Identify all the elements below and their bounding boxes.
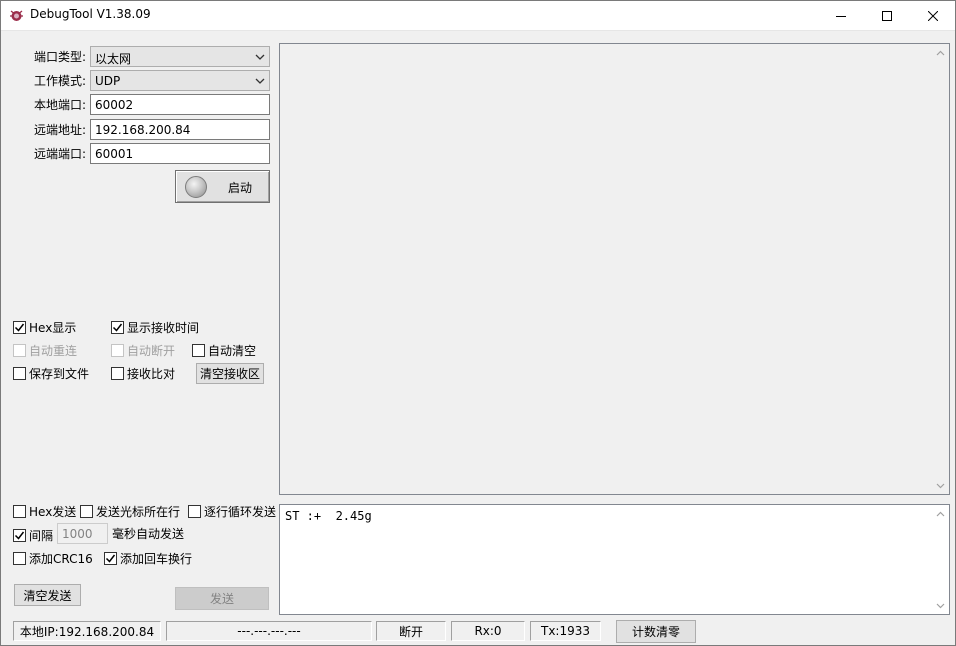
remote-addr-value: 192.168.200.84 (95, 123, 191, 137)
send-button[interactable]: 发送 (175, 587, 269, 610)
scroll-down-icon[interactable] (932, 597, 949, 614)
hex-display-label: Hex显示 (29, 321, 77, 335)
remote-addr-label: 远端地址: (34, 123, 87, 137)
tx-counter: Tx:1933 (530, 621, 601, 641)
receive-area[interactable] (279, 43, 950, 495)
remote-status: ---.---.---.--- (166, 621, 372, 641)
local-ip-status: 本地IP:192.168.200.84 (13, 621, 161, 641)
clear-recv-button[interactable]: 清空接收区 (196, 363, 264, 384)
interval-unit-label: 毫秒自动发送 (112, 527, 185, 541)
interval-label: 间隔 (29, 529, 54, 543)
send-text[interactable]: ST :+ 2.45g (285, 509, 372, 523)
auto-disconnect-label: 自动断开 (127, 344, 176, 358)
start-button-label: 启动 (228, 181, 253, 195)
rx-counter: Rx:0 (451, 621, 525, 641)
remote-port-label: 远端端口: (34, 147, 87, 161)
checkbox-checked-icon (13, 529, 26, 542)
scroll-down-icon[interactable] (932, 477, 949, 494)
save-to-file-checkbox[interactable]: 保存到文件 (13, 365, 89, 382)
auto-disconnect-checkbox[interactable]: 自动断开 (111, 342, 175, 359)
chevron-down-icon (255, 54, 265, 60)
work-mode-value: UDP (95, 74, 121, 88)
port-type-select[interactable]: 以太网 (90, 46, 270, 67)
hex-send-label: Hex发送 (29, 505, 77, 519)
add-crlf-checkbox[interactable]: 添加回车换行 (104, 550, 192, 567)
recv-compare-checkbox[interactable]: 接收比对 (111, 365, 175, 382)
remote-addr-input[interactable]: 192.168.200.84 (90, 119, 270, 140)
add-crc16-checkbox[interactable]: 添加CRC16 (13, 550, 93, 567)
show-recv-time-checkbox[interactable]: 显示接收时间 (111, 319, 199, 336)
connection-status: 断开 (376, 621, 446, 641)
start-button[interactable]: 启动 (175, 170, 270, 203)
scroll-up-icon[interactable] (932, 44, 949, 61)
hex-send-checkbox[interactable]: Hex发送 (13, 503, 76, 520)
maximize-button[interactable] (864, 0, 910, 31)
port-type-label: 端口类型: (34, 50, 87, 64)
bug-icon (10, 10, 23, 21)
close-button[interactable] (910, 0, 956, 31)
remote-port-input[interactable]: 60001 (90, 143, 270, 164)
checkbox-checked-icon (104, 552, 117, 565)
auto-clear-checkbox[interactable]: 自动清空 (192, 342, 256, 359)
auto-reconnect-label: 自动重连 (29, 344, 78, 358)
local-port-label: 本地端口: (34, 98, 87, 112)
send-scrollbar[interactable] (932, 505, 949, 614)
send-area[interactable]: ST :+ 2.45g (279, 504, 950, 615)
minimize-button[interactable] (818, 0, 864, 31)
show-recv-time-label: 显示接收时间 (127, 321, 200, 335)
hex-display-checkbox[interactable]: Hex显示 (13, 319, 76, 336)
line-loop-send-label: 逐行循环发送 (204, 505, 277, 519)
title-bar: DebugTool V1.38.09 (0, 0, 956, 31)
work-mode-select[interactable]: UDP (90, 70, 270, 91)
window-title: DebugTool V1.38.09 (30, 7, 151, 21)
interval-value: 1000 (62, 527, 93, 541)
remote-port-value: 60001 (95, 147, 134, 161)
local-port-input[interactable]: 60002 (90, 94, 270, 115)
receive-scrollbar[interactable] (932, 44, 949, 494)
recv-compare-label: 接收比对 (127, 367, 176, 381)
scroll-up-icon[interactable] (932, 505, 949, 522)
send-cursor-line-label: 发送光标所在行 (96, 505, 181, 519)
add-crlf-label: 添加回车换行 (120, 552, 193, 566)
port-type-value: 以太网 (95, 52, 132, 66)
add-crc16-label: 添加CRC16 (29, 552, 93, 566)
checkbox-checked-icon (13, 321, 26, 334)
save-to-file-label: 保存到文件 (29, 367, 90, 381)
minimize-icon (836, 15, 846, 17)
interval-input[interactable]: 1000 (57, 523, 108, 544)
reset-counter-button[interactable]: 计数清零 (616, 620, 696, 643)
auto-reconnect-checkbox[interactable]: 自动重连 (13, 342, 77, 359)
clear-send-button[interactable]: 清空发送 (14, 584, 81, 606)
auto-clear-label: 自动清空 (208, 344, 257, 358)
work-mode-label: 工作模式: (34, 74, 87, 88)
status-led-icon (185, 176, 207, 198)
maximize-icon (882, 10, 892, 21)
local-port-value: 60002 (95, 98, 134, 112)
checkbox-checked-icon (111, 321, 124, 334)
close-icon (928, 10, 938, 21)
line-loop-send-checkbox[interactable]: 逐行循环发送 (188, 503, 276, 520)
chevron-down-icon (255, 78, 265, 84)
interval-checkbox[interactable]: 间隔 (13, 527, 53, 544)
send-cursor-line-checkbox[interactable]: 发送光标所在行 (80, 503, 180, 520)
